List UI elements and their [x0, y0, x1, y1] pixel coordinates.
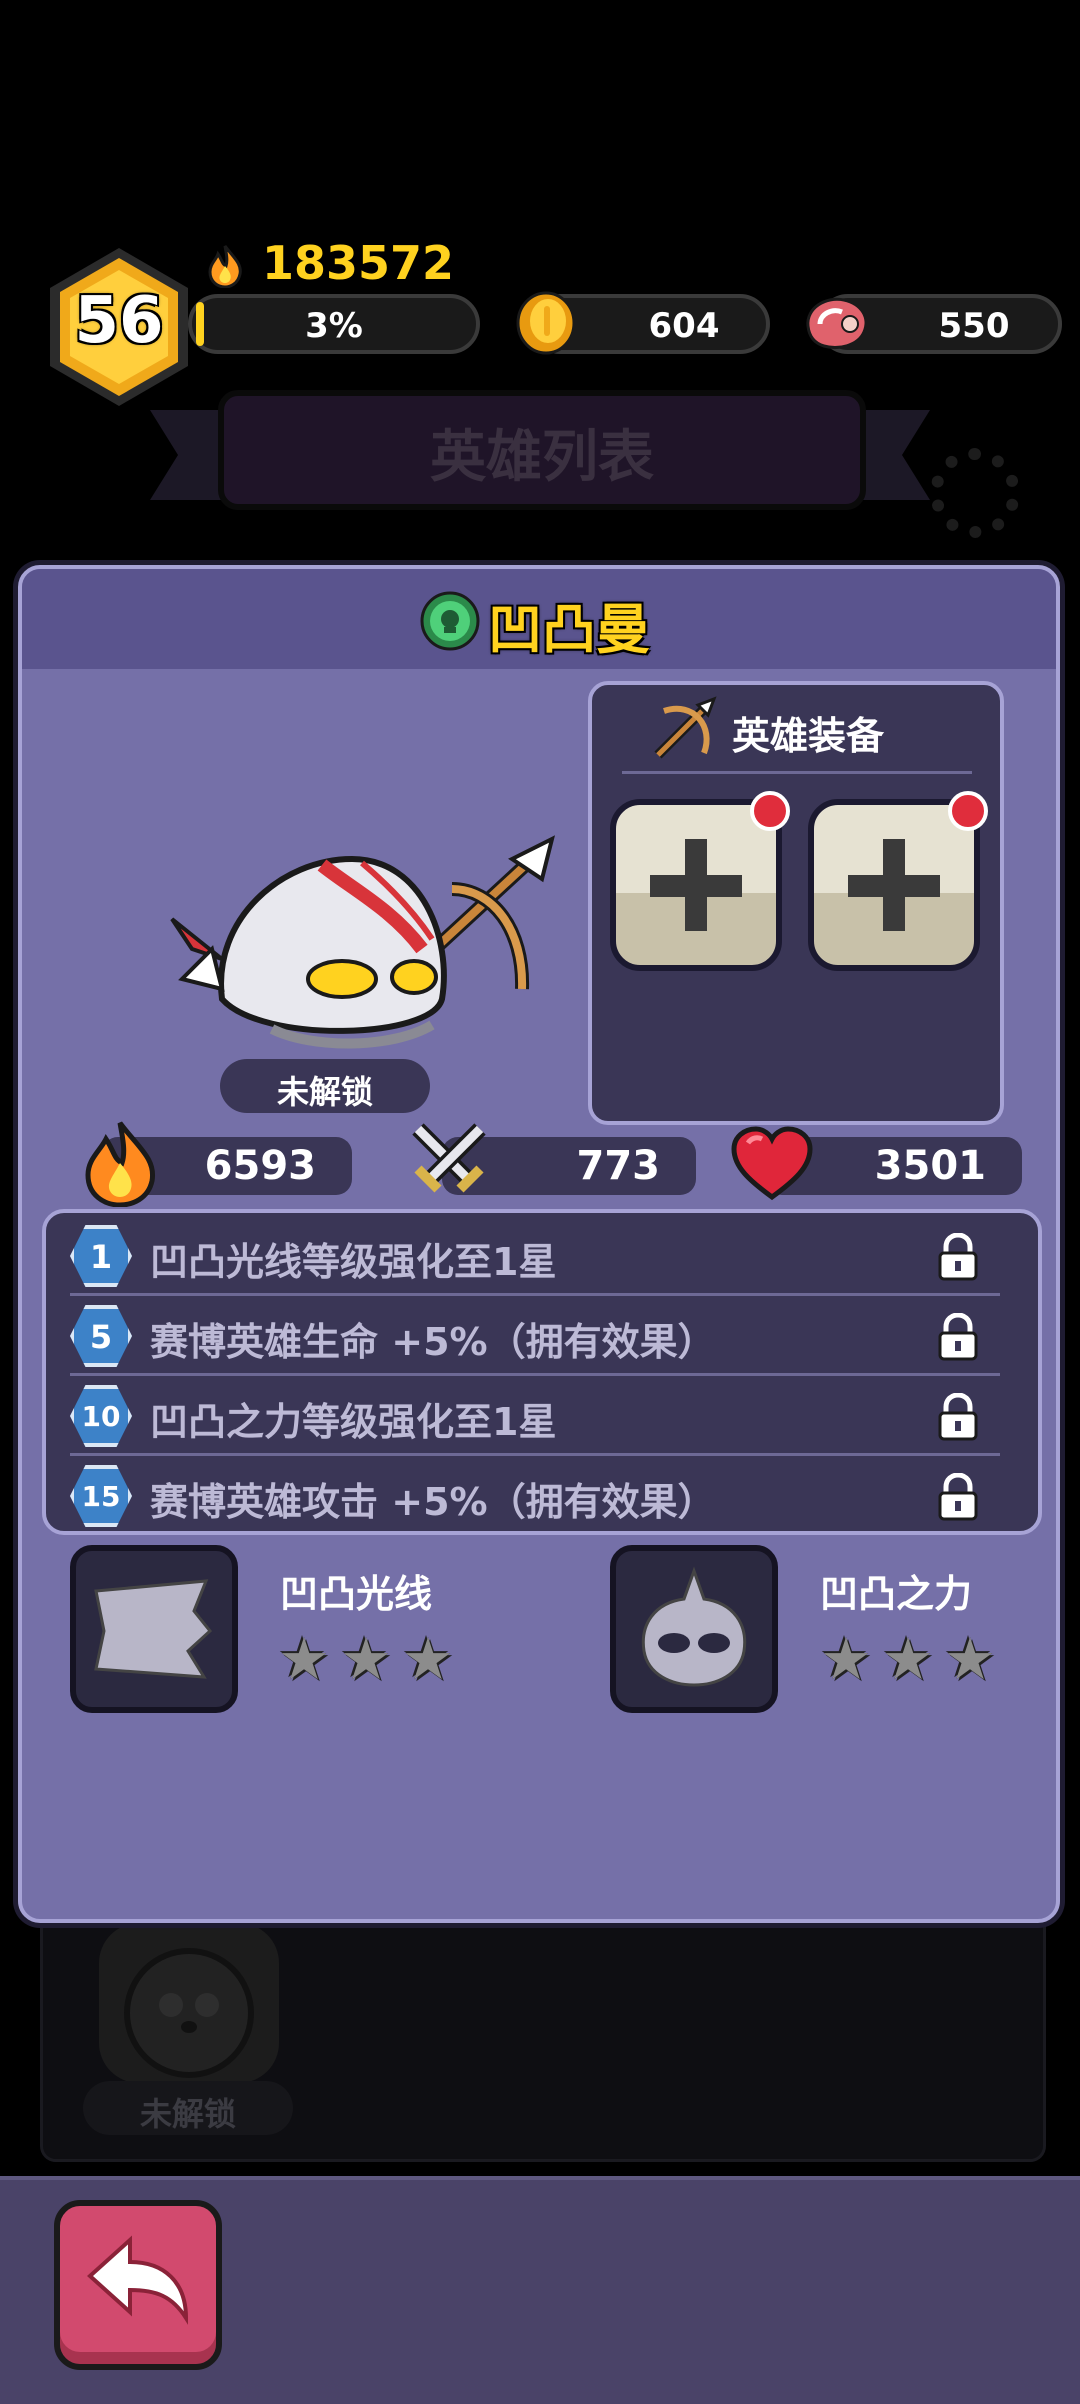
cat-face-icon	[124, 1948, 254, 2078]
level-badge[interactable]: 56	[44, 244, 194, 410]
exp-bar: 3%	[188, 294, 480, 354]
banner-title: 英雄列表	[430, 425, 654, 490]
equipment-panel: 英雄装备	[588, 681, 1004, 1125]
fire-icon	[78, 1119, 162, 1208]
unlock-text: 凹凸光线等级强化至1星	[150, 1240, 557, 1284]
hero-status-text: 未解锁	[276, 1073, 373, 1111]
unlock-row: 1 凹凸光线等级强化至1星	[70, 1219, 1000, 1296]
unlock-row: 10 凹凸之力等级强化至1星	[70, 1379, 1000, 1456]
equipment-slot-2[interactable]	[808, 791, 988, 971]
hero-name: 凹凸曼	[488, 598, 650, 661]
skill-slot-2[interactable]	[610, 1545, 778, 1713]
unlock-text: 赛博英雄攻击 +5%（拥有效果）	[150, 1480, 716, 1524]
coin-icon	[514, 290, 578, 356]
meat-icon	[800, 292, 874, 354]
equipment-title: 英雄装备	[732, 714, 885, 758]
beam-skill-icon	[94, 1579, 213, 1679]
star-icon: ★	[340, 1625, 392, 1693]
fire-icon	[204, 244, 246, 289]
power-stat-value: 6593	[204, 1143, 316, 1189]
unlock-list: 1 凹凸光线等级强化至1星 5 赛博英雄生命 +5%（拥有效果） 10 凹凸之力…	[42, 1209, 1042, 1535]
lock-icon	[936, 1472, 980, 1521]
star-icon: ★	[820, 1625, 872, 1693]
unlock-row: 15 赛博英雄攻击 +5%（拥有效果）	[70, 1459, 1000, 1533]
unlock-text: 凹凸之力等级强化至1星	[150, 1400, 557, 1444]
hero-portrait	[152, 829, 572, 1059]
hero-status-label: 未解锁	[220, 1059, 430, 1113]
star-icon: ★	[278, 1625, 330, 1693]
faction-emblem-icon	[418, 589, 482, 653]
list-banner: 英雄列表	[0, 390, 1080, 560]
back-arrow-icon	[87, 2235, 189, 2325]
skill-name-2: 凹凸之力	[820, 1572, 973, 1616]
equipment-divider	[622, 771, 972, 774]
lock-icon	[936, 1232, 980, 1281]
heart-icon	[730, 1125, 814, 1201]
alert-dot	[948, 791, 988, 831]
level-hex-badge: 5	[70, 1305, 132, 1367]
star-icon: ★	[882, 1625, 934, 1693]
plus-icon-vertical	[685, 839, 707, 931]
unlock-row: 5 赛博英雄生命 +5%（拥有效果）	[70, 1299, 1000, 1376]
gear-icon[interactable]	[930, 448, 1020, 538]
star-icon: ★	[402, 1625, 454, 1693]
level-hex-badge: 1	[70, 1225, 132, 1287]
meat-value: 550	[938, 306, 1010, 346]
level-number: 56	[74, 284, 164, 358]
attack-stat-value: 773	[576, 1143, 661, 1189]
mask-skill-icon	[641, 1566, 747, 1687]
lock-icon	[936, 1392, 980, 1441]
level-hex-badge: 15	[70, 1465, 132, 1527]
back-button[interactable]	[54, 2200, 222, 2370]
exp-percent: 3%	[305, 306, 363, 346]
level-hex-badge: 10	[70, 1385, 132, 1447]
power-value: 183572	[262, 236, 455, 290]
masked-hero-with-crossbow-icon	[170, 835, 555, 1049]
coins-value: 604	[648, 306, 720, 346]
star-icon: ★	[944, 1625, 996, 1693]
lock-icon	[936, 1312, 980, 1361]
crossbow-icon	[648, 695, 718, 765]
hero-detail-card: 凹凸曼 未解锁 英雄装备 6593 773 3501 1 凹凸光线等级强化至1星…	[18, 565, 1060, 1923]
cat-hero-portrait[interactable]	[99, 1923, 279, 2083]
locked-label-text: 未解锁	[139, 2095, 236, 2133]
locked-label-dim: 未解锁	[83, 2081, 293, 2135]
skill-name-1: 凹凸光线	[280, 1572, 433, 1616]
crossed-swords-icon	[406, 1117, 492, 1203]
skill-slot-1[interactable]	[70, 1545, 238, 1713]
unlock-text: 赛博英雄生命 +5%（拥有效果）	[150, 1320, 716, 1364]
hp-stat-value: 3501	[874, 1143, 986, 1189]
alert-dot	[750, 791, 790, 831]
equipment-slot-1[interactable]	[610, 791, 790, 971]
background-list-panel: 未解锁	[40, 1900, 1046, 2162]
plus-icon-vertical	[883, 839, 905, 931]
